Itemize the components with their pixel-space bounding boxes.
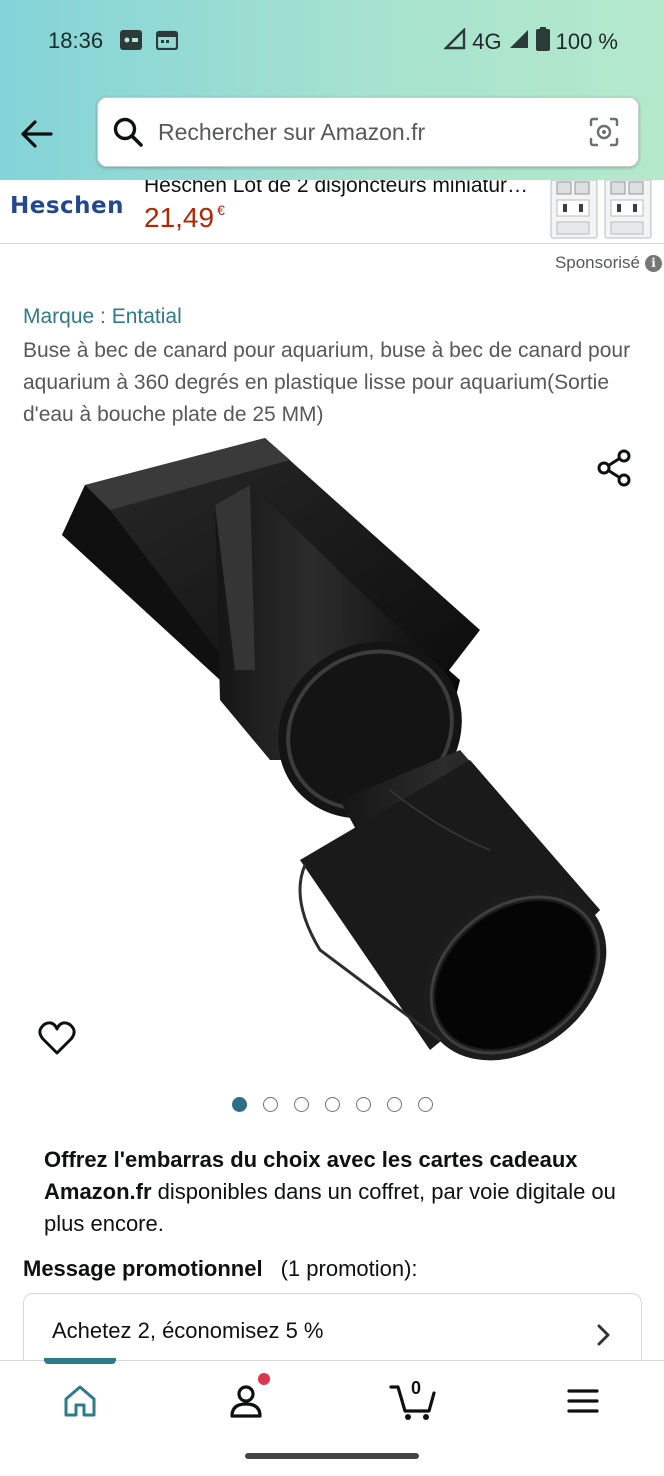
search-bar[interactable] [97,97,639,167]
chevron-right-icon [595,1322,613,1353]
info-icon[interactable]: i [645,254,662,272]
ad-price: 21,49 € [144,202,225,234]
ad-product-title[interactable]: Heschen Lot de 2 disjoncteurs miniatur… [144,180,539,198]
sponsored-ad-banner[interactable]: Heschen Heschen Lot de 2 disjoncteurs mi… [0,180,664,244]
home-icon[interactable] [50,1379,110,1423]
calendar-notification-icon [155,30,179,55]
status-time: 18:36 [48,28,104,53]
wishlist-heart-icon[interactable] [38,1020,76,1061]
carousel-dot[interactable] [418,1097,433,1112]
gift-card-promo[interactable]: Offrez l'embarras du choix avec les cart… [44,1144,634,1240]
camera-search-icon[interactable] [588,116,620,153]
carousel-dot[interactable] [294,1097,309,1112]
sponsored-label[interactable]: Sponsorisé i [555,253,662,273]
promotion-offer-text: Achetez 2, économisez 5 % [52,1318,324,1343]
ad-price-value: 21,49 [144,202,215,233]
promotion-header: Message promotionnel (1 promotion): [23,1256,418,1282]
carousel-dot[interactable] [232,1097,247,1112]
notification-badge [258,1373,270,1385]
sponsored-text: Sponsorisé [554,253,640,272]
network-type: 4G [472,29,502,54]
search-input[interactable] [158,110,578,154]
ad-product-image[interactable] [549,180,655,240]
back-button[interactable] [14,112,58,156]
image-carousel-dots[interactable] [232,1097,433,1112]
product-title: Buse à bec de canard pour aquarium, buse… [23,339,631,426]
carousel-dot[interactable] [325,1097,340,1112]
status-bar: 18:36 4G 100 % [0,0,664,84]
search-icon[interactable] [112,116,144,153]
promotion-label: Message promotionnel [23,1256,263,1281]
top-bar: 18:36 4G 100 % [0,0,664,180]
account-icon[interactable] [216,1379,276,1423]
carousel-dot[interactable] [263,1097,278,1112]
ad-brand-logo: Heschen [10,193,125,219]
active-tab-indicator [44,1358,116,1364]
gesture-handle[interactable] [245,1453,419,1459]
menu-icon[interactable] [553,1379,613,1423]
game-notification-icon [120,30,142,55]
ad-price-currency: € [217,202,225,218]
promotion-count: (1 promotion): [280,1256,418,1281]
carousel-dot[interactable] [387,1097,402,1112]
battery-level: 100 % [555,29,618,54]
battery-icon [535,27,550,57]
product-image[interactable] [40,430,620,1080]
arrow-left-icon [21,120,53,148]
signal-icon [508,28,530,56]
signal-icon [443,27,466,56]
brand-link[interactable]: Marque : Entatial [23,305,182,329]
cart-count: 0 [410,1378,421,1398]
carousel-dot[interactable] [356,1097,371,1112]
